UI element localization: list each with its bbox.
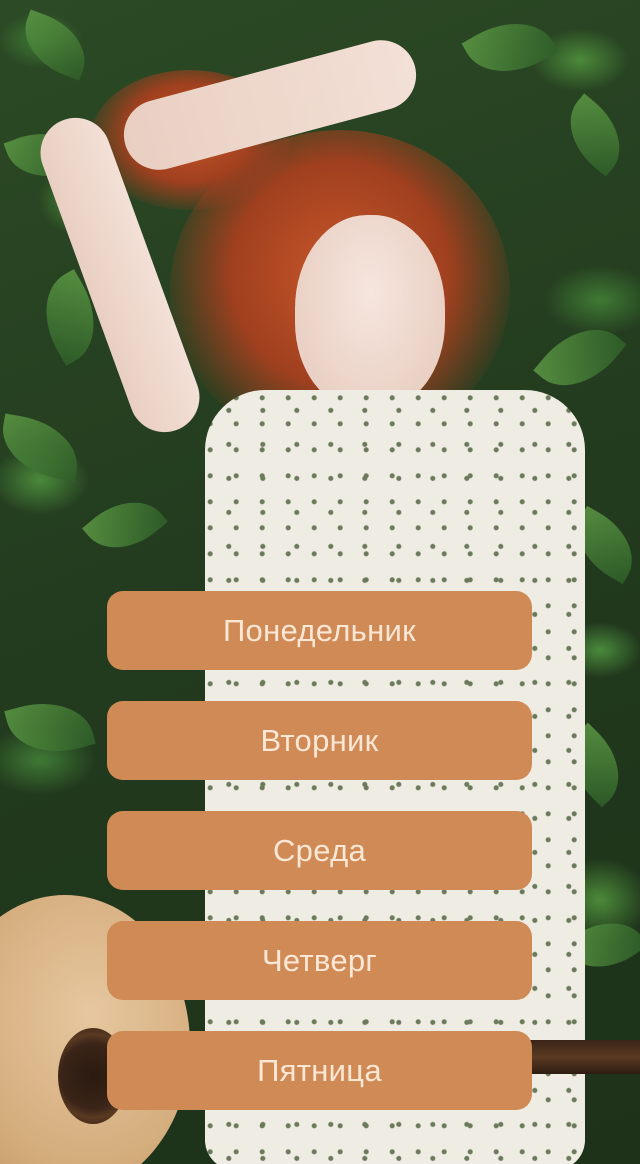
- wednesday-button[interactable]: Среда: [107, 811, 532, 890]
- monday-button[interactable]: Понедельник: [107, 591, 532, 670]
- thursday-button[interactable]: Четверг: [107, 921, 532, 1000]
- weekday-menu: Понедельник Вторник Среда Четверг Пятниц…: [107, 591, 532, 1110]
- friday-button[interactable]: Пятница: [107, 1031, 532, 1110]
- tuesday-button[interactable]: Вторник: [107, 701, 532, 780]
